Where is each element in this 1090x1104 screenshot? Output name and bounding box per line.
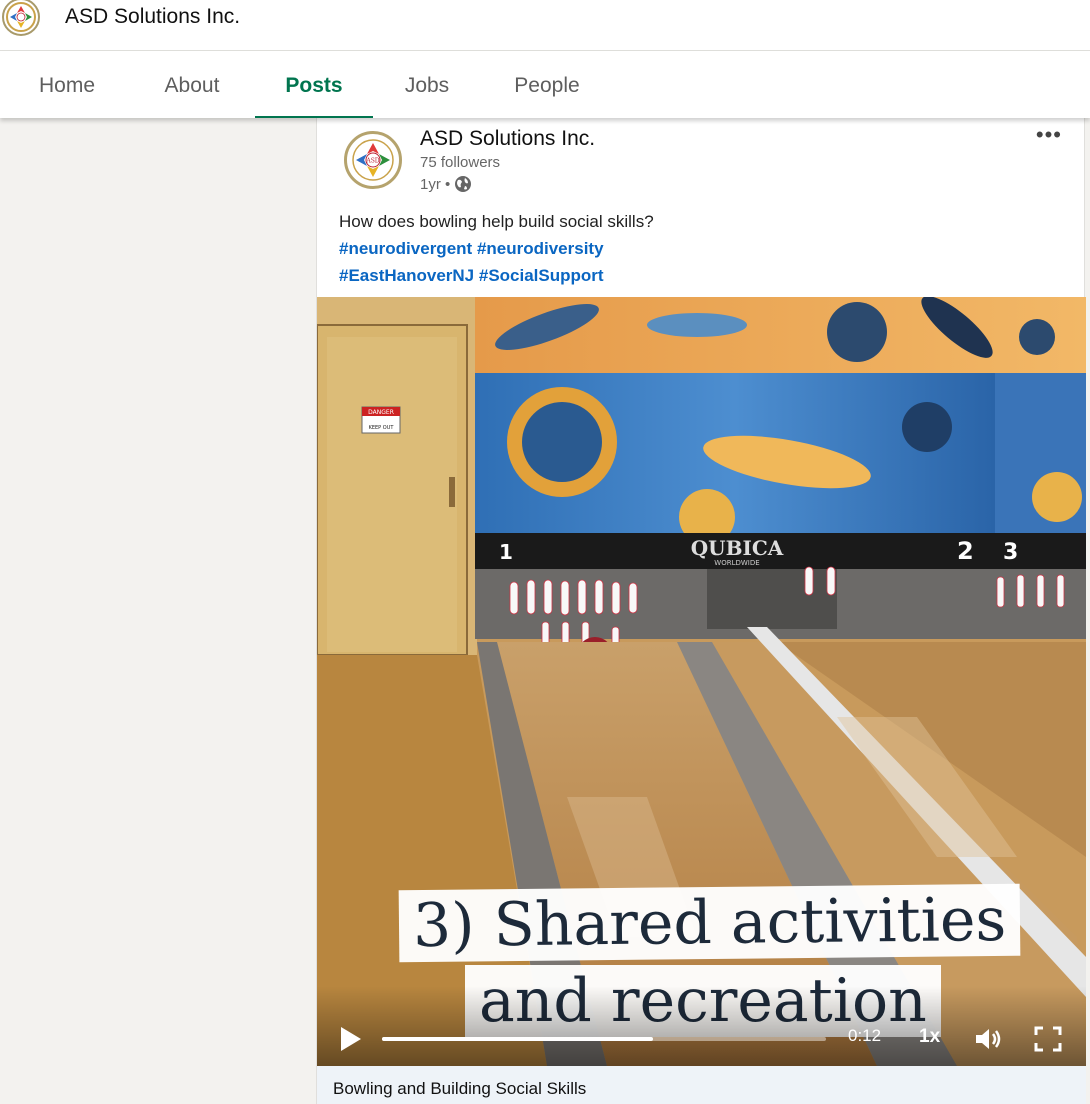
- globe-icon: [454, 175, 472, 193]
- post-meta: 1yr •: [420, 175, 472, 193]
- fullscreen-icon[interactable]: [1034, 1026, 1062, 1052]
- video-title[interactable]: Bowling and Building Social Skills: [333, 1079, 586, 1099]
- hashtag-link[interactable]: #neurodiversity: [477, 239, 604, 258]
- post-followers: 75 followers: [420, 154, 501, 171]
- post-age: 1yr •: [420, 175, 451, 193]
- company-logo[interactable]: [2, 0, 40, 36]
- danger-sign: DANGER: [368, 409, 394, 416]
- play-icon[interactable]: [339, 1026, 363, 1052]
- hashtag-link[interactable]: #SocialSupport: [479, 266, 604, 285]
- tab-about[interactable]: About: [140, 51, 244, 118]
- hashtag-link[interactable]: #neurodivergent: [339, 239, 472, 258]
- video-title-bar[interactable]: Bowling and Building Social Skills: [317, 1066, 1086, 1104]
- volume-icon[interactable]: [974, 1026, 1004, 1052]
- company-header: ASD Solutions Inc.: [0, 0, 1090, 51]
- more-options-icon[interactable]: •••: [1036, 122, 1062, 148]
- video-current-time: 0:12: [848, 1026, 882, 1045]
- lane-number: 1: [499, 540, 513, 564]
- hashtag-link[interactable]: #EastHanoverNJ: [339, 266, 474, 285]
- video-player[interactable]: DANGER KEEP OUT 1 QUBICA WORLDWIDE 2 3 3…: [317, 297, 1086, 1066]
- post-text: How does bowling help build social skill…: [339, 208, 654, 289]
- playback-speed-button[interactable]: 1x: [919, 1026, 940, 1048]
- video-progress-bar[interactable]: [382, 1037, 826, 1041]
- tab-posts[interactable]: Posts: [255, 51, 373, 118]
- video-controls: 0:12 1x: [317, 986, 1086, 1066]
- post-body: How does bowling help build social skill…: [339, 212, 654, 231]
- brand-sub-text: WORLDWIDE: [714, 559, 759, 567]
- lane-number: 2: [957, 537, 974, 565]
- company-name[interactable]: ASD Solutions Inc.: [65, 5, 240, 29]
- brand-logo-text: QUBICA: [691, 536, 784, 560]
- avatar-logo-text: ASD: [365, 158, 379, 165]
- video-progress-fill: [382, 1037, 653, 1041]
- tab-people[interactable]: People: [493, 51, 601, 118]
- page-tabs: Home About Posts Jobs People: [0, 51, 1090, 118]
- tab-home[interactable]: Home: [14, 51, 120, 118]
- post-author-name[interactable]: ASD Solutions Inc.: [420, 127, 595, 151]
- lane-number: 3: [1003, 540, 1018, 565]
- post-card: ASD ASD Solutions Inc. 75 followers 1yr …: [316, 118, 1086, 1104]
- tab-jobs[interactable]: Jobs: [384, 51, 470, 118]
- keep-out-sign: KEEP OUT: [369, 425, 395, 431]
- video-caption-line-1: 3) Shared activities: [398, 883, 1021, 963]
- author-avatar[interactable]: ASD: [344, 131, 402, 189]
